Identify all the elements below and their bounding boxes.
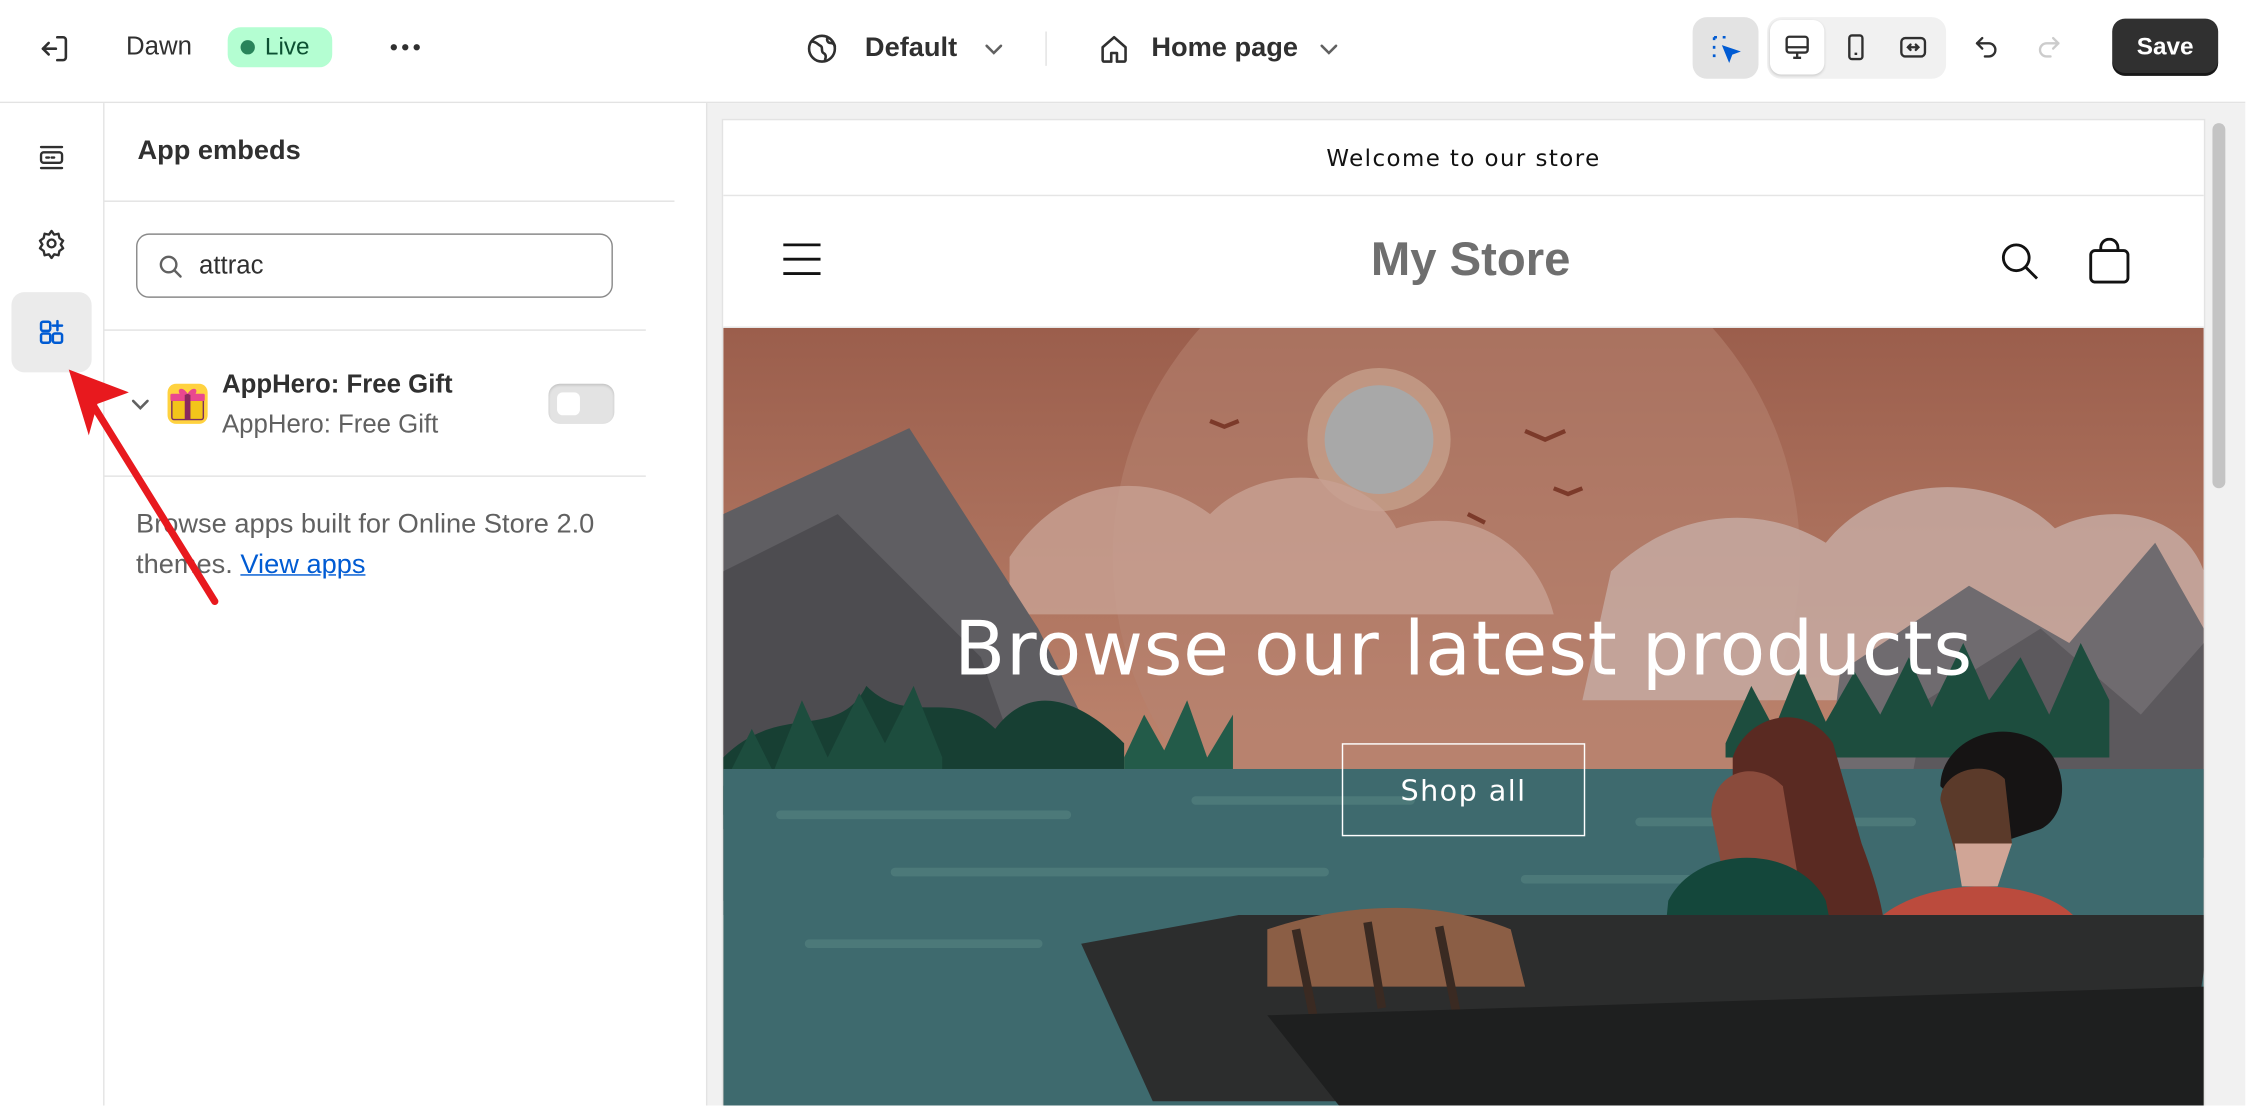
annotation-arrow	[68, 369, 219, 606]
top-bar: Dawn Live Default Home page Save	[0, 0, 2246, 104]
announcement-bar: Welcome to our store	[723, 120, 2204, 197]
search-icon	[156, 251, 185, 280]
search-field[interactable]	[136, 233, 613, 298]
page-selector[interactable]: Home page	[1097, 24, 1341, 73]
live-badge: Live	[227, 27, 333, 68]
exit-icon[interactable]	[32, 26, 78, 72]
redo-icon[interactable]	[2025, 23, 2074, 72]
theme-name: Dawn	[126, 31, 192, 61]
chevron-down-icon	[1318, 37, 1341, 60]
desktop-icon[interactable]	[1770, 20, 1824, 74]
scrollbar-thumb[interactable]	[2212, 123, 2226, 489]
mobile-icon[interactable]	[1829, 20, 1883, 74]
fullscreen-icon[interactable]	[1886, 20, 1940, 74]
cart-icon[interactable]	[2084, 235, 2136, 287]
preview-scrollbar[interactable]	[2210, 123, 2227, 1097]
view-apps-link[interactable]: View apps	[240, 550, 365, 580]
sections-icon[interactable]	[23, 129, 80, 186]
language-selector[interactable]: Default	[805, 24, 1006, 73]
live-badge-label: Live	[264, 32, 310, 61]
search-icon[interactable]	[1995, 236, 2044, 285]
page-label: Home page	[1151, 32, 1298, 64]
app-embeds-icon[interactable]	[23, 304, 80, 361]
store-logo[interactable]: My Store	[723, 232, 2204, 286]
undo-icon[interactable]	[1962, 23, 2011, 72]
store-preview-frame: Welcome to our store My Store Browse our…	[723, 120, 2204, 1106]
toggle-knob	[557, 392, 580, 416]
divider	[104, 329, 646, 331]
search-input[interactable]	[199, 250, 558, 281]
chevron-down-icon	[983, 37, 1006, 60]
hero-banner: Browse our latest products Shop all	[723, 327, 2204, 1106]
settings-gear-icon[interactable]	[23, 215, 80, 272]
app-embed-toggle[interactable]	[548, 383, 615, 424]
divider	[1045, 31, 1047, 66]
hero-heading: Browse our latest products	[954, 607, 1973, 694]
language-label: Default	[864, 32, 958, 64]
live-status-dot	[240, 40, 255, 55]
divider	[104, 200, 675, 202]
save-button[interactable]: Save	[2112, 18, 2219, 76]
inspector-cursor-icon[interactable]	[1692, 17, 1759, 79]
home-icon	[1097, 32, 1131, 66]
panel-title: App embeds	[137, 136, 301, 167]
shop-all-button[interactable]: Shop all	[1341, 743, 1586, 837]
hero-illustration	[723, 327, 2204, 1106]
globe-icon	[805, 32, 839, 66]
more-horizontal-icon[interactable]	[381, 26, 430, 69]
